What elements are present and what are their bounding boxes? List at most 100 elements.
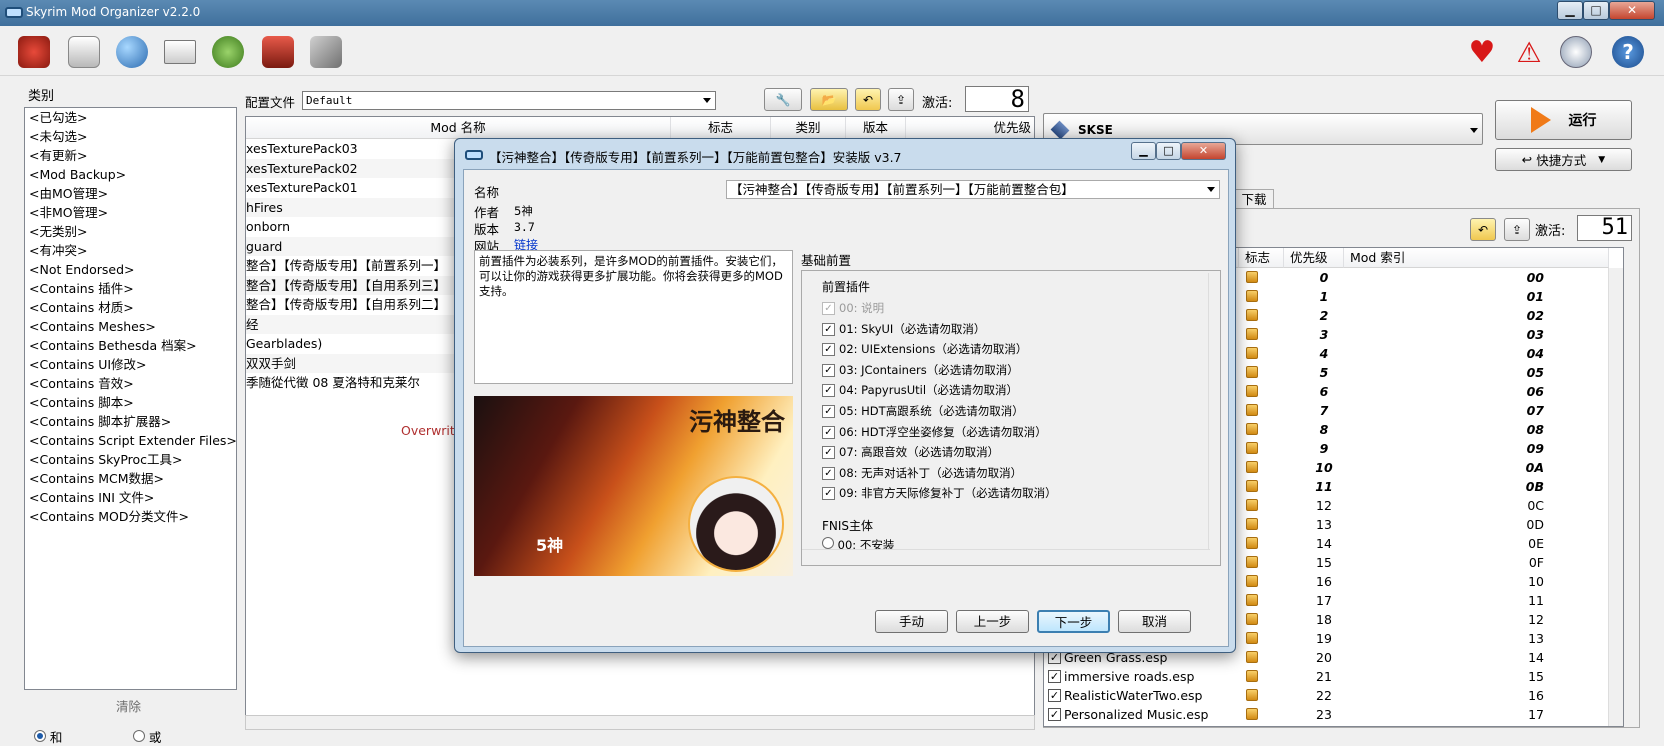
category-item[interactable]: <有冲突> <box>25 241 236 260</box>
category-item[interactable]: <非MO管理> <box>25 203 236 222</box>
category-item[interactable]: <Contains 脚本扩展器> <box>25 412 236 431</box>
plugin-priority: 10 <box>1315 460 1333 475</box>
category-item[interactable]: <未勾选> <box>25 127 236 146</box>
plugin-checkbox[interactable]: ✓ <box>1048 689 1061 702</box>
filter-or-radio[interactable]: 或 <box>133 727 161 746</box>
category-item[interactable]: <Contains INI 文件> <box>25 488 236 507</box>
prev-button[interactable]: 上一步 <box>956 610 1029 633</box>
plugin-priority: 14 <box>1316 536 1332 551</box>
col-plugin-priority[interactable]: 优先级 <box>1284 248 1344 268</box>
col-plugin-index[interactable]: Mod 索引 <box>1344 248 1609 268</box>
profiles-icon[interactable] <box>164 40 196 64</box>
mod-list-hscrollbar[interactable] <box>245 715 1035 730</box>
minimize-button[interactable]: ▁ <box>1557 1 1583 20</box>
option-checkbox[interactable]: ✓ 01: SkyUI（必选请勿取消） <box>822 319 985 339</box>
category-item[interactable]: <Contains Script Extender Files> <box>25 431 236 450</box>
category-item[interactable]: <已勾选> <box>25 108 236 127</box>
maximize-button[interactable]: □ <box>1583 1 1609 20</box>
install-mod-icon[interactable] <box>18 36 50 68</box>
executables-icon[interactable] <box>262 36 294 68</box>
plugin-index: 17 <box>1528 707 1544 722</box>
plugin-flag-icon <box>1246 328 1258 340</box>
category-item[interactable]: <Contains 音效> <box>25 374 236 393</box>
nexus-icon[interactable] <box>68 36 100 68</box>
options-vscrollbar[interactable] <box>1208 273 1220 549</box>
plugin-restore-button[interactable]: ↶ <box>1470 218 1496 241</box>
category-item[interactable]: <Contains MCM数据> <box>25 469 236 488</box>
plugin-flag-icon <box>1246 480 1258 492</box>
category-item[interactable]: <由MO管理> <box>25 184 236 203</box>
category-item[interactable]: <Contains MOD分类文件> <box>25 507 236 526</box>
plugin-index: 11 <box>1528 593 1544 608</box>
plugin-checkbox[interactable]: ✓ <box>1048 708 1061 721</box>
tools-icon[interactable] <box>212 36 244 68</box>
plugin-vscrollbar[interactable] <box>1608 268 1623 726</box>
option-checkbox[interactable]: ✓ 09: 非官方天际修复补丁（必选请勿取消） <box>822 483 1057 503</box>
category-item[interactable]: <Contains 插件> <box>25 279 236 298</box>
subgroup-fnis-title: FNIS主体 <box>822 519 874 533</box>
plugin-name: RealisticWaterTwo.esp <box>1064 688 1203 703</box>
option-checkbox[interactable]: ✓ 08: 无声对话补丁（必选请勿取消） <box>822 463 1022 483</box>
option-checkbox[interactable]: ✓ 07: 高跟音效（必选请勿取消） <box>822 442 999 462</box>
chevron-down-icon <box>1470 128 1478 133</box>
category-item[interactable]: <Contains 材质> <box>25 298 236 317</box>
problems-warning-icon[interactable]: ⚠ <box>1513 36 1545 69</box>
category-item[interactable]: <无类别> <box>25 222 236 241</box>
option-label: 05: HDT高跟系统（必选请勿取消） <box>839 404 1024 418</box>
category-item[interactable]: <Contains Meshes> <box>25 317 236 336</box>
category-item[interactable]: <Contains Bethesda 档案> <box>25 336 236 355</box>
create-backup-button[interactable]: ⇪ <box>888 88 914 111</box>
shortcut-button[interactable]: ↩ 快捷方式 ▼ <box>1495 148 1632 171</box>
options-hscrollbar[interactable] <box>802 549 1210 563</box>
category-item[interactable]: <Mod Backup> <box>25 165 236 184</box>
option-checkbox[interactable]: ✓ 05: HDT高跟系统（必选请勿取消） <box>822 401 1024 421</box>
category-item[interactable]: <有更新> <box>25 146 236 165</box>
dialog-minimize-button[interactable]: ▁ <box>1131 142 1156 160</box>
cancel-button[interactable]: 取消 <box>1118 610 1191 633</box>
globe-icon[interactable] <box>116 36 148 68</box>
plugin-row[interactable]: ✓ Personalized Music.esp 23 17 <box>1044 705 1623 724</box>
plugin-index: 05 <box>1526 365 1544 380</box>
profile-select[interactable]: Default <box>302 91 716 110</box>
col-plugin-flags[interactable]: 标志 <box>1239 248 1284 268</box>
category-item[interactable]: <Contains UI修改> <box>25 355 236 374</box>
clear-filter-button[interactable]: 清除 <box>116 696 141 715</box>
category-item[interactable]: <Contains 脚本> <box>25 393 236 412</box>
option-checkbox[interactable]: ✓ 04: PapyrusUtil（必选请勿取消） <box>822 380 1018 400</box>
open-folder-button[interactable]: 📂 <box>810 88 848 111</box>
col-mod-name[interactable]: Mod 名称 <box>246 117 671 139</box>
run-button[interactable]: 运行 <box>1495 100 1632 140</box>
option-checkbox[interactable]: ✓ 03: JContainers（必选请勿取消） <box>822 360 1019 380</box>
close-button[interactable]: ✕ <box>1609 1 1655 20</box>
dialog-close-button[interactable]: ✕ <box>1181 142 1226 160</box>
manual-button[interactable]: 手动 <box>875 610 948 633</box>
category-item[interactable]: <Contains SkyProc工具> <box>25 450 236 469</box>
categories-title: 类别 <box>28 89 55 104</box>
option-checkbox[interactable]: ✓ 02: UIExtensions（必选请勿取消） <box>822 339 1027 359</box>
active-plugins-label: 激活: <box>1535 224 1566 239</box>
update-icon[interactable] <box>1560 36 1592 68</box>
plugin-checkbox[interactable]: ✓ <box>1048 670 1061 683</box>
next-button[interactable]: 下一步 <box>1037 610 1110 633</box>
help-icon[interactable]: ? <box>1612 36 1644 68</box>
name-select[interactable]: 【污神整合】【传奇版专用】【前置系列一】【万能前置整合包】 <box>726 180 1220 199</box>
endorse-heart-icon[interactable]: ♥ <box>1466 35 1498 70</box>
col-flags[interactable]: 标志 <box>671 117 771 139</box>
plugin-backup-button[interactable]: ⇪ <box>1504 218 1530 241</box>
col-priority[interactable]: 优先级 <box>906 117 1034 139</box>
dialog-maximize-button[interactable]: □ <box>1156 142 1181 160</box>
plugin-row[interactable]: ✓ immersive roads.esp 21 15 <box>1044 667 1623 686</box>
settings-icon[interactable] <box>310 36 342 68</box>
tab-downloads[interactable]: 下载 <box>1234 189 1274 209</box>
plugin-row[interactable]: ✓ RealisticWaterTwo.esp 22 16 <box>1044 686 1623 705</box>
mod-actions-button[interactable]: 🔧 <box>764 88 802 111</box>
category-item[interactable]: <Not Endorsed> <box>25 260 236 279</box>
restore-backup-button[interactable]: ↶ <box>855 88 881 111</box>
filter-and-radio[interactable]: 和 <box>34 727 62 746</box>
option-checkbox[interactable]: ✓ 06: HDT浮空坐姿修复（必选请勿取消） <box>822 422 1047 442</box>
checkbox-icon: ✓ <box>822 322 835 336</box>
window-title: Skyrim Mod Organizer v2.2.0 <box>26 5 201 19</box>
option-checkbox[interactable]: ✓ 00: 说明 <box>822 298 884 318</box>
col-category[interactable]: 类别 <box>771 117 846 139</box>
col-version[interactable]: 版本 <box>846 117 906 139</box>
